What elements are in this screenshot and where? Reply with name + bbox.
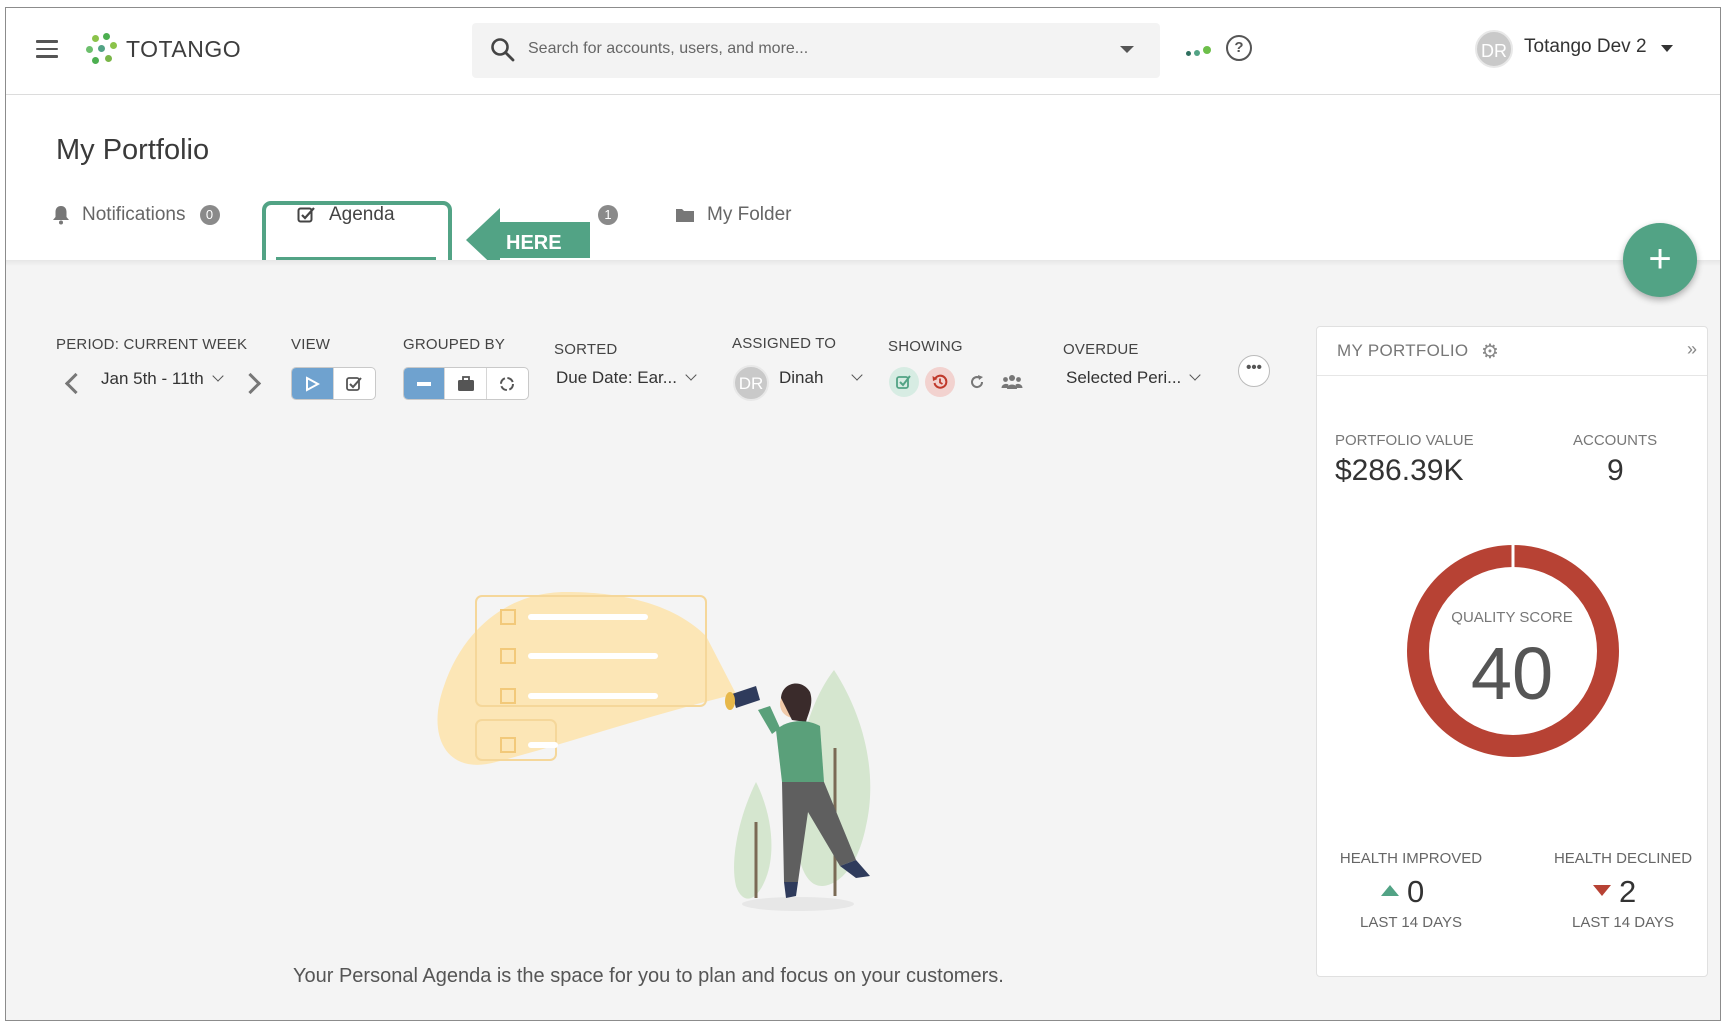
tab-label: Notifications	[82, 204, 186, 225]
health-improved-label: HEALTH IMPROVED	[1339, 850, 1483, 867]
header-shadow	[6, 260, 1720, 266]
notifications-badge: 0	[199, 205, 220, 225]
bell-icon	[53, 206, 69, 225]
health-declined: 2	[1593, 874, 1636, 910]
assignee-name: Dinah	[779, 368, 824, 387]
show-team-button[interactable]	[997, 367, 1027, 397]
accounts-label: ACCOUNTS	[1573, 432, 1658, 449]
panel-title: MY PORTFOLIO	[1337, 341, 1469, 360]
my-folder-badge-wrap: 1	[598, 193, 618, 237]
chevron-down-icon	[851, 369, 864, 381]
health-declined-label: HEALTH DECLINED	[1553, 850, 1693, 867]
health-improved-period: LAST 14 DAYS	[1360, 914, 1462, 931]
show-recurring-button[interactable]	[962, 367, 992, 397]
group-none-button[interactable]	[404, 368, 446, 399]
chevron-down-icon	[212, 370, 224, 382]
tab-notifications[interactable]: Notifications 0	[52, 193, 220, 237]
page-title: My Portfolio	[56, 134, 210, 166]
global-search[interactable]: Search for accounts, users, and more...	[472, 23, 1160, 78]
accounts-count: 9	[1607, 454, 1624, 487]
sorted-label: SORTED	[554, 341, 618, 358]
more-options-button[interactable]: •••	[1238, 355, 1270, 387]
overdue-value: Selected Peri...	[1066, 368, 1182, 387]
tab-label: My Folder	[707, 204, 792, 225]
overdue-clock-icon	[932, 374, 948, 389]
portfolio-panel: MY PORTFOLIO ⚙ » PORTFOLIO VALUE $286.39…	[1316, 326, 1708, 977]
gear-icon[interactable]: ⚙	[1481, 339, 1499, 364]
period-label: PERIOD: CURRENT WEEK	[56, 336, 248, 353]
view-toggle	[291, 367, 376, 400]
portfolio-value-label: PORTFOLIO VALUE	[1335, 432, 1474, 449]
top-bar: TOTANGO Search for accounts, users, and …	[6, 8, 1720, 95]
checkbox-icon	[345, 376, 362, 391]
trend-down-icon	[1593, 885, 1611, 896]
callout-text: HERE	[506, 232, 562, 254]
group-lifecycle-button[interactable]	[487, 368, 528, 399]
quality-score-value: 40	[1470, 632, 1554, 715]
minus-icon	[417, 381, 432, 386]
help-icon[interactable]: ?	[1226, 35, 1252, 61]
portfolio-value: $286.39K	[1335, 454, 1464, 487]
empty-state-message: Your Personal Agenda is the space for yo…	[293, 965, 1004, 987]
period-value: Jan 5th - 11th	[101, 369, 204, 388]
panel-header: MY PORTFOLIO ⚙ »	[1317, 327, 1707, 376]
logo-text: TOTANGO	[126, 35, 242, 62]
show-completed-button[interactable]	[889, 367, 919, 397]
app-window: TOTANGO Search for accounts, users, and …	[5, 7, 1721, 1021]
tab-my-folder[interactable]: My Folder	[675, 193, 791, 237]
period-select[interactable]: Jan 5th - 11th	[101, 369, 224, 389]
grouped-by-label: GROUPED BY	[403, 336, 506, 353]
folder-badge: 1	[598, 205, 618, 225]
chevron-down-icon	[1189, 369, 1201, 381]
overdue-label: OVERDUE	[1063, 341, 1139, 358]
checkbox-icon	[896, 374, 911, 389]
group-account-button[interactable]	[445, 368, 487, 399]
add-fab-button[interactable]: +	[1623, 223, 1697, 297]
hamburger-menu-icon[interactable]	[36, 40, 58, 58]
users-group-icon	[1001, 375, 1023, 389]
search-input[interactable]: Search for accounts, users, and more...	[528, 40, 808, 58]
quality-score-label: QUALITY SCORE	[1451, 609, 1573, 626]
health-declined-period: LAST 14 DAYS	[1572, 914, 1674, 931]
chevron-down-icon	[685, 369, 697, 381]
health-improved: 0	[1381, 874, 1424, 910]
assignee-avatar: DR	[733, 365, 769, 401]
sort-select[interactable]: Due Date: Ear...	[556, 368, 697, 388]
group-by-toggle	[403, 367, 529, 400]
user-menu-caret-icon[interactable]	[1661, 45, 1673, 52]
refresh-icon	[971, 375, 984, 389]
overdue-select[interactable]: Selected Peri...	[1066, 368, 1201, 388]
view-done-button[interactable]	[334, 368, 376, 399]
health-declined-value: 2	[1619, 874, 1637, 909]
search-dropdown-icon[interactable]	[1120, 46, 1134, 53]
user-menu[interactable]: Totango Dev 2	[1524, 36, 1647, 58]
briefcase-icon	[457, 375, 474, 391]
assigned-to-label: ASSIGNED TO	[732, 335, 837, 352]
empty-state-illustration	[437, 592, 871, 911]
showing-label: SHOWING	[888, 338, 963, 355]
view-label: VIEW	[291, 336, 331, 353]
collapse-panel-icon[interactable]: »	[1687, 339, 1697, 360]
cycle-icon	[500, 376, 515, 391]
play-icon	[306, 375, 321, 392]
health-improved-value: 0	[1407, 874, 1425, 909]
user-avatar[interactable]: DR	[1475, 30, 1513, 68]
sort-value: Due Date: Ear...	[556, 368, 677, 387]
logo-dots-icon	[86, 33, 118, 65]
folder-icon	[676, 209, 694, 222]
trend-up-icon	[1381, 885, 1399, 896]
search-icon	[491, 38, 515, 62]
show-overdue-button[interactable]	[925, 367, 955, 397]
assigned-to-select[interactable]: Dinah	[779, 368, 864, 388]
status-dots-icon[interactable]	[1186, 46, 1211, 56]
logo[interactable]: TOTANGO	[86, 33, 241, 65]
view-play-button[interactable]	[292, 368, 334, 399]
